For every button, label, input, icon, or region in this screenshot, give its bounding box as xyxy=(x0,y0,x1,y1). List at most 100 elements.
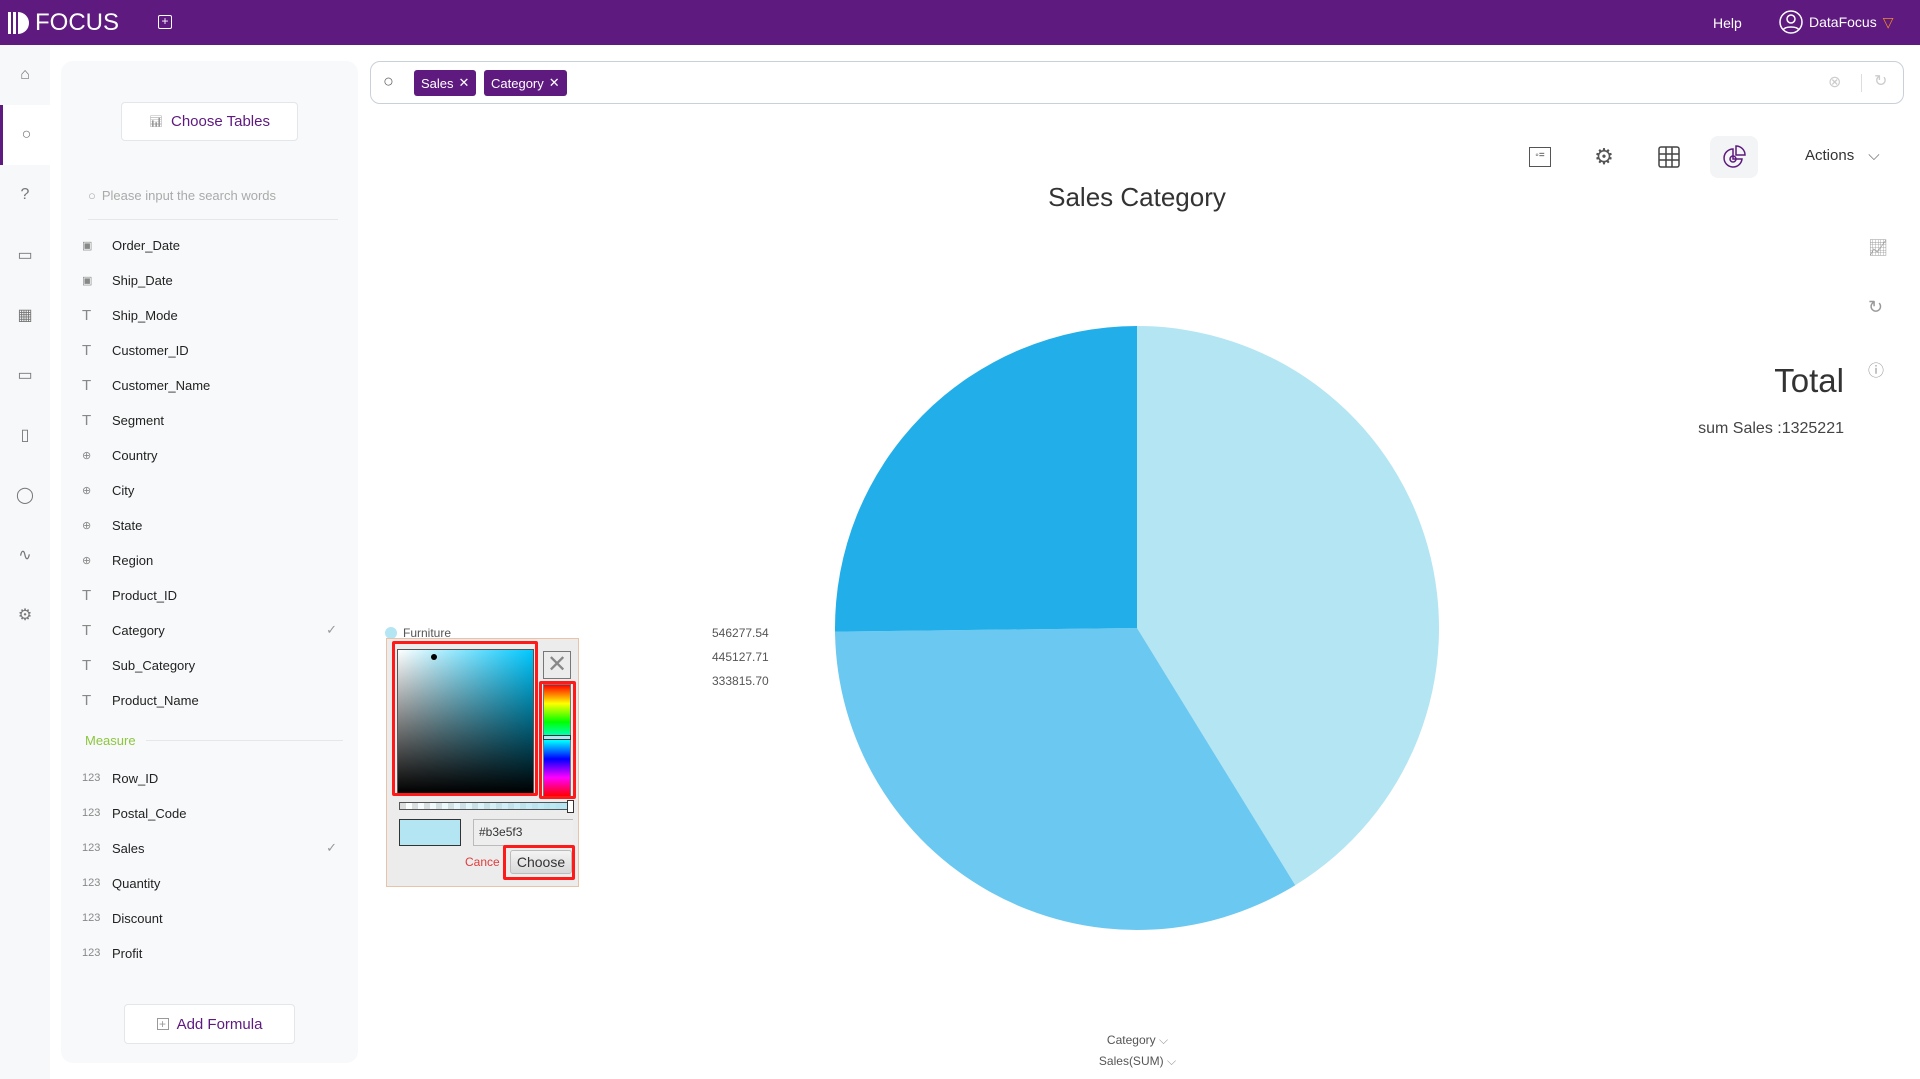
field-item[interactable]: 123 Profit xyxy=(82,943,337,963)
search-bar[interactable]: ○ Sales ✕ Category ✕ ⊗ ↻ xyxy=(370,61,1904,104)
text-type-icon: T xyxy=(82,691,92,709)
geo-type-icon: ⊕ xyxy=(82,519,92,532)
grid-icon xyxy=(1658,146,1680,168)
text-type-icon: T xyxy=(82,586,92,604)
help-circle-icon[interactable]: ⓘ xyxy=(1868,357,1892,381)
nav-table[interactable]: ▦ xyxy=(0,285,50,345)
choose-tables-button[interactable]: 📊︎ Choose Tables xyxy=(121,102,298,141)
data-label: 546277.54 xyxy=(712,626,769,640)
alpha-handle[interactable] xyxy=(567,800,574,813)
pie-slice[interactable] xyxy=(835,325,1137,632)
field-name: Profit xyxy=(112,945,143,961)
presentation-icon: ▭ xyxy=(17,247,33,264)
field-item[interactable]: ▣ Order_Date xyxy=(82,235,337,255)
receipt-icon: ◦= xyxy=(1529,147,1551,167)
search-icon: ○ xyxy=(21,126,32,143)
trend-icon[interactable]: 📈︎ xyxy=(1868,238,1892,262)
date-type-icon: ▣ xyxy=(82,239,93,252)
color-picker-dialog: ✕ #b3e5f3 Cance Choose xyxy=(386,638,579,887)
text-type-icon: T xyxy=(82,376,92,394)
field-item[interactable]: ⊕ State xyxy=(82,515,337,535)
field-item[interactable]: 123 Sales ✓ xyxy=(82,838,337,858)
nav-folder[interactable]: ▭ xyxy=(0,345,50,405)
search-chip-sales[interactable]: Sales ✕ xyxy=(414,70,477,96)
measure-label: Measure xyxy=(85,733,136,748)
y-axis-dropdown[interactable]: Sales(SUM) ⌵ xyxy=(1080,1054,1195,1069)
refresh-icon[interactable]: ↻ xyxy=(1874,71,1887,91)
table-view-button[interactable] xyxy=(1645,136,1693,178)
nav-presentation[interactable]: ▭ xyxy=(0,225,50,285)
refresh-icon[interactable]: ↻ xyxy=(1868,297,1892,321)
alpha-slider[interactable] xyxy=(399,802,571,810)
chevron-down-icon: ⌵ xyxy=(1868,147,1880,164)
field-name: Sub_Category xyxy=(112,657,196,673)
field-item[interactable]: T Customer_Name xyxy=(82,375,337,395)
number-type-icon: 123 xyxy=(82,877,101,889)
settings-button[interactable]: ⚙ xyxy=(1580,136,1628,178)
highlight-box xyxy=(539,681,576,799)
x-axis-dropdown[interactable]: Category ⌵ xyxy=(1080,1033,1195,1048)
field-item[interactable]: T Customer_ID xyxy=(82,340,337,360)
field-item[interactable]: T Product_ID xyxy=(82,585,337,605)
field-name: Order_Date xyxy=(112,237,180,253)
field-item[interactable]: ⊕ Country xyxy=(82,445,337,465)
nav-search[interactable]: ○ xyxy=(0,105,50,165)
text-type-icon: T xyxy=(82,656,92,674)
add-formula-button[interactable]: + Add Formula xyxy=(124,1004,295,1044)
field-item[interactable]: T Segment xyxy=(82,410,337,430)
field-item[interactable]: ⊕ Region xyxy=(82,550,337,570)
field-name: City xyxy=(112,482,135,498)
nav-activity[interactable]: ∿ xyxy=(0,525,50,585)
field-name: Region xyxy=(112,552,154,568)
text-type-icon: T xyxy=(82,411,92,429)
search-chip-category[interactable]: Category ✕ xyxy=(484,70,567,96)
measure-section-header: Measure xyxy=(85,733,343,748)
chip-label: Category xyxy=(491,75,544,91)
chart-title: Sales Category xyxy=(1048,182,1226,212)
formula-view-button[interactable]: ◦= xyxy=(1516,136,1564,178)
clear-icon[interactable]: ⊗ xyxy=(1828,72,1841,92)
nav-home[interactable]: ⌂ xyxy=(0,45,50,105)
nav-gear[interactable]: ⚙ xyxy=(0,585,50,645)
field-item[interactable]: T Sub_Category xyxy=(82,655,337,675)
chart-type-button[interactable] xyxy=(1710,136,1758,178)
user-menu[interactable]: DataFocus ▽ xyxy=(1779,10,1893,34)
field-name: Quantity xyxy=(112,875,161,891)
field-name: Country xyxy=(112,447,158,463)
field-item[interactable]: 123 Quantity xyxy=(82,873,337,893)
gear-icon: ⚙ xyxy=(17,607,33,624)
field-item[interactable]: ⊕ City xyxy=(82,480,337,500)
total-title: Total xyxy=(1774,362,1844,399)
nav-clipboard[interactable]: ▯ xyxy=(0,405,50,465)
chevron-down-icon: ⌵ xyxy=(1158,1033,1169,1047)
field-search-input[interactable]: ○ Please input the search words xyxy=(88,180,338,220)
close-icon[interactable]: ✕ xyxy=(549,75,560,91)
bar-chart-icon: 📊︎ xyxy=(149,116,163,128)
divider xyxy=(1861,74,1862,92)
close-icon[interactable]: ✕ xyxy=(459,75,470,91)
close-button[interactable]: ✕ xyxy=(543,651,571,679)
logo[interactable]: FOCUS xyxy=(8,9,119,37)
nav-user[interactable]: ◯ xyxy=(0,465,50,525)
cancel-button[interactable]: Cance xyxy=(465,855,500,869)
field-name: Category xyxy=(112,622,165,638)
field-item[interactable]: T Ship_Mode xyxy=(82,305,337,325)
hex-input[interactable]: #b3e5f3 xyxy=(473,819,573,846)
field-item[interactable]: T Category ✓ xyxy=(82,620,337,640)
nav-help[interactable]: ? xyxy=(0,165,50,225)
field-item[interactable]: 123 Row_ID xyxy=(82,768,337,788)
data-label: 333815.70 xyxy=(712,674,769,688)
field-item[interactable]: 123 Postal_Code xyxy=(82,803,337,823)
field-item[interactable]: 123 Discount xyxy=(82,908,337,928)
field-name: Customer_Name xyxy=(112,377,211,393)
divider xyxy=(145,740,343,741)
help-link[interactable]: Help xyxy=(1713,15,1742,31)
field-item[interactable]: T Product_Name xyxy=(82,690,337,710)
actions-dropdown[interactable]: Actions ⌵ xyxy=(1805,147,1880,164)
number-type-icon: 123 xyxy=(82,947,101,959)
field-item[interactable]: ▣ Ship_Date xyxy=(82,270,337,290)
clipboard-icon: ▯ xyxy=(20,427,30,444)
new-tab-button[interactable]: + xyxy=(158,15,172,29)
search-icon: ○ xyxy=(383,71,394,91)
activity-icon: ∿ xyxy=(18,547,32,564)
